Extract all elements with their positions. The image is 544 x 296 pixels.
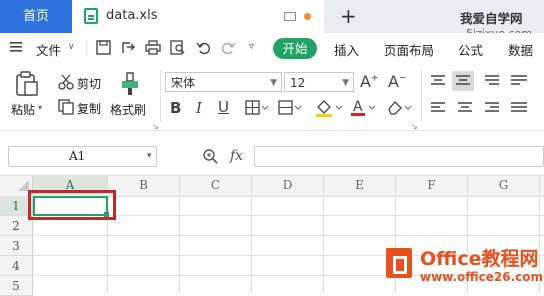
- chevron-down-icon: ▼: [342, 78, 349, 88]
- justify-icon[interactable]: [510, 101, 528, 118]
- align-center-icon[interactable]: [457, 101, 473, 118]
- row-header-5[interactable]: 5: [0, 276, 33, 296]
- paste-icon[interactable]: [15, 71, 39, 100]
- export-icon[interactable]: [121, 40, 136, 58]
- decrease-font-icon[interactable]: A−: [388, 72, 407, 91]
- office-logo-icon: [386, 248, 412, 278]
- align-top-icon[interactable]: [430, 74, 446, 91]
- font-expand-icon[interactable]: ↘: [411, 122, 418, 131]
- column-header-f[interactable]: F: [396, 176, 468, 195]
- print-preview-icon[interactable]: [170, 40, 186, 58]
- paste-label[interactable]: 粘贴: [11, 101, 35, 118]
- name-box[interactable]: A1 ▾: [8, 146, 157, 167]
- chevron-down-icon[interactable]: ∨: [68, 42, 75, 52]
- cell-reference: A1: [69, 149, 86, 163]
- undo-icon[interactable]: [196, 40, 211, 58]
- italic-icon[interactable]: I: [196, 99, 202, 117]
- copy-icon[interactable]: [58, 99, 74, 118]
- align-left-icon[interactable]: [430, 101, 446, 118]
- wrap-text-icon[interactable]: [510, 74, 528, 91]
- hamburger-icon[interactable]: [10, 41, 24, 56]
- underline-icon[interactable]: U: [218, 98, 229, 116]
- font-name-select[interactable]: 宋体 ▼: [165, 72, 282, 92]
- align-bottom-icon[interactable]: [484, 74, 500, 91]
- copy-button[interactable]: 复制: [77, 100, 101, 117]
- tab-data[interactable]: 数据: [508, 40, 533, 59]
- print-icon[interactable]: [145, 40, 161, 58]
- merge-cells-icon[interactable]: [278, 100, 302, 119]
- bold-icon[interactable]: B: [170, 99, 181, 117]
- gridline: [251, 196, 252, 294]
- font-color-icon[interactable]: A: [350, 98, 376, 120]
- column-header-b[interactable]: B: [108, 176, 180, 195]
- watermark-brand: Office教程网: [420, 248, 539, 270]
- clear-format-icon[interactable]: [386, 99, 412, 120]
- redo-icon[interactable]: [221, 40, 236, 58]
- tab-formulas[interactable]: 公式: [458, 40, 483, 59]
- borders-icon[interactable]: [245, 100, 269, 119]
- gridline: [395, 196, 396, 294]
- quick-access-dropdown-icon[interactable]: ▿: [249, 41, 254, 52]
- spreadsheet-file-icon: [84, 8, 98, 24]
- row-header-4[interactable]: 4: [0, 256, 33, 276]
- font-size-value: 12: [290, 76, 306, 90]
- zoom-icon[interactable]: [202, 148, 219, 168]
- divider: [421, 70, 422, 122]
- chevron-down-icon[interactable]: ▾: [147, 151, 152, 161]
- cut-button[interactable]: 剪切: [77, 75, 101, 92]
- column-header-d[interactable]: D: [252, 176, 324, 195]
- file-menu[interactable]: 文件: [36, 40, 61, 59]
- monitor-icon[interactable]: [284, 12, 296, 21]
- tab-page-layout[interactable]: 页面布局: [384, 40, 434, 59]
- row-header-3[interactable]: 3: [0, 236, 33, 256]
- column-header-e[interactable]: E: [324, 176, 396, 195]
- align-middle-button[interactable]: [452, 71, 474, 91]
- scissors-icon[interactable]: [58, 74, 74, 93]
- font-name-value: 宋体: [171, 76, 196, 90]
- new-tab-button[interactable]: +: [340, 4, 357, 28]
- site-watermark-title: 我爱自学网: [460, 11, 523, 26]
- tab-insert[interactable]: 插入: [334, 40, 359, 59]
- tab-file-name: data.xls: [106, 8, 158, 23]
- format-painter-button[interactable]: 格式刷: [110, 101, 146, 118]
- save-icon[interactable]: [96, 40, 111, 58]
- paste-dropdown-icon[interactable]: ▾: [38, 103, 42, 112]
- gridline: [179, 196, 180, 294]
- font-size-select[interactable]: 12 ▼: [284, 72, 354, 92]
- clipboard-expand-icon[interactable]: ↘: [152, 122, 159, 131]
- chevron-down-icon: ▼: [270, 78, 277, 88]
- column-header-g[interactable]: G: [468, 176, 540, 195]
- tab-data-xls[interactable]: data.xls: [72, 0, 324, 33]
- column-header-c[interactable]: C: [180, 176, 252, 195]
- highlight-box: [28, 190, 116, 220]
- tab-start[interactable]: 开始: [273, 38, 317, 59]
- gridline: [323, 196, 324, 294]
- divider: [160, 70, 161, 122]
- formula-input[interactable]: [254, 146, 544, 167]
- svg-text:A: A: [353, 99, 363, 115]
- tab-home[interactable]: 首页: [0, 0, 72, 33]
- align-right-icon[interactable]: [484, 101, 500, 118]
- format-painter-icon[interactable]: [120, 72, 140, 99]
- insert-function-icon[interactable]: fx: [230, 148, 243, 164]
- fill-color-icon[interactable]: [315, 99, 343, 120]
- divider: [86, 40, 87, 56]
- unsaved-dot-icon: [304, 13, 311, 20]
- watermark-url: www.office26.com: [420, 270, 544, 284]
- increase-font-icon[interactable]: A+: [360, 72, 379, 91]
